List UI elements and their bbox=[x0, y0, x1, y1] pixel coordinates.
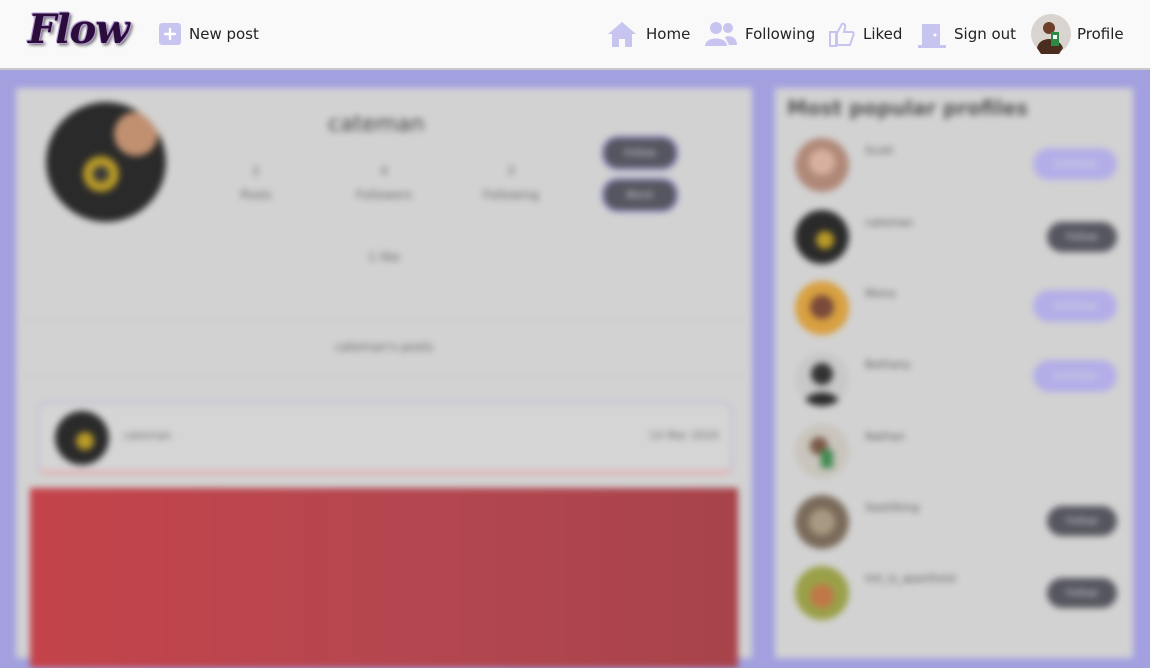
nav-following[interactable]: Following bbox=[705, 18, 815, 50]
profile-row-button[interactable]: Follow bbox=[1047, 506, 1117, 536]
top-navbar: Flow New post Home Following Liked Sign … bbox=[0, 0, 1150, 70]
profile-row-avatar bbox=[795, 352, 849, 406]
profile-row-button[interactable]: Unfollow bbox=[1033, 360, 1117, 392]
stat-followers-label: Followers bbox=[355, 188, 413, 202]
profile-row-name: Bethany bbox=[865, 358, 911, 371]
profile-row-button[interactable]: Unfollow bbox=[1033, 290, 1117, 322]
likes-count: 1 like bbox=[367, 250, 401, 264]
home-icon bbox=[606, 20, 638, 48]
profile-row-name: Scott bbox=[865, 144, 894, 157]
profile-row-avatar bbox=[795, 281, 849, 335]
nav-sign-out[interactable]: Sign out bbox=[918, 18, 1016, 50]
profile-row-name: Moira bbox=[865, 287, 896, 300]
stat-followers-value: 4 bbox=[380, 164, 388, 178]
nav-liked-label: Liked bbox=[863, 25, 903, 43]
users-icon bbox=[705, 21, 737, 47]
app-logo[interactable]: Flow bbox=[28, 6, 130, 53]
follow-button[interactable]: Follow bbox=[602, 136, 678, 170]
stat-posts-label: Posts bbox=[240, 188, 272, 202]
profile-panel: cateman 2 Posts 4 Followers 3 Following … bbox=[16, 88, 752, 668]
nav-profile[interactable]: Profile bbox=[1031, 14, 1124, 54]
stat-posts-value: 2 bbox=[252, 164, 260, 178]
profile-row-avatar bbox=[795, 138, 849, 192]
block-button[interactable]: Block bbox=[602, 178, 678, 212]
post-date: 14 Mar 2024 bbox=[649, 429, 719, 442]
profile-username: cateman bbox=[328, 112, 425, 137]
profile-row-button[interactable]: Unfollow bbox=[1033, 148, 1117, 180]
posts-header: cateman's posts bbox=[334, 340, 434, 354]
divider bbox=[22, 374, 746, 375]
post-author-avatar bbox=[55, 411, 109, 465]
new-post-label: New post bbox=[189, 25, 259, 43]
nav-liked[interactable]: Liked bbox=[829, 18, 902, 50]
nav-home[interactable]: Home bbox=[606, 18, 690, 50]
nav-profile-label: Profile bbox=[1077, 25, 1124, 43]
profile-avatar bbox=[1031, 14, 1071, 54]
new-post-button[interactable]: New post bbox=[159, 18, 259, 50]
profile-row-avatar bbox=[795, 210, 849, 264]
post-header: cateman 14 Mar 2024 bbox=[38, 402, 732, 474]
profile-row-button[interactable]: Follow bbox=[1047, 578, 1117, 608]
thumbs-up-icon bbox=[829, 21, 855, 47]
post-image[interactable] bbox=[30, 488, 738, 668]
profile-row-avatar bbox=[795, 495, 849, 549]
profile-row-name: Inti_is_apartheid bbox=[865, 572, 956, 585]
profile-row-button[interactable]: Follow bbox=[1047, 222, 1117, 252]
stat-following-value: 3 bbox=[507, 164, 515, 178]
profile-row-avatar bbox=[795, 424, 849, 478]
popular-profiles-panel: Most popular profiles Scott Unfollow cat… bbox=[775, 88, 1133, 658]
plus-icon bbox=[159, 23, 181, 45]
profile-row-name: cateman bbox=[865, 216, 914, 229]
stat-following-label: Following bbox=[482, 188, 540, 202]
post-author-name[interactable]: cateman bbox=[123, 429, 171, 442]
profile-avatar-large bbox=[46, 102, 166, 222]
profile-row-avatar bbox=[795, 566, 849, 620]
divider bbox=[22, 318, 746, 319]
nav-sign-out-label: Sign out bbox=[954, 25, 1017, 43]
door-icon bbox=[918, 20, 946, 48]
profile-row-name: SeaViking bbox=[865, 501, 920, 514]
main-content: cateman 2 Posts 4 Followers 3 Following … bbox=[0, 70, 1150, 668]
popular-profiles-title: Most popular profiles bbox=[787, 96, 1028, 120]
nav-following-label: Following bbox=[745, 25, 816, 43]
profile-row-name: Nathan bbox=[865, 430, 905, 443]
nav-home-label: Home bbox=[646, 25, 691, 43]
